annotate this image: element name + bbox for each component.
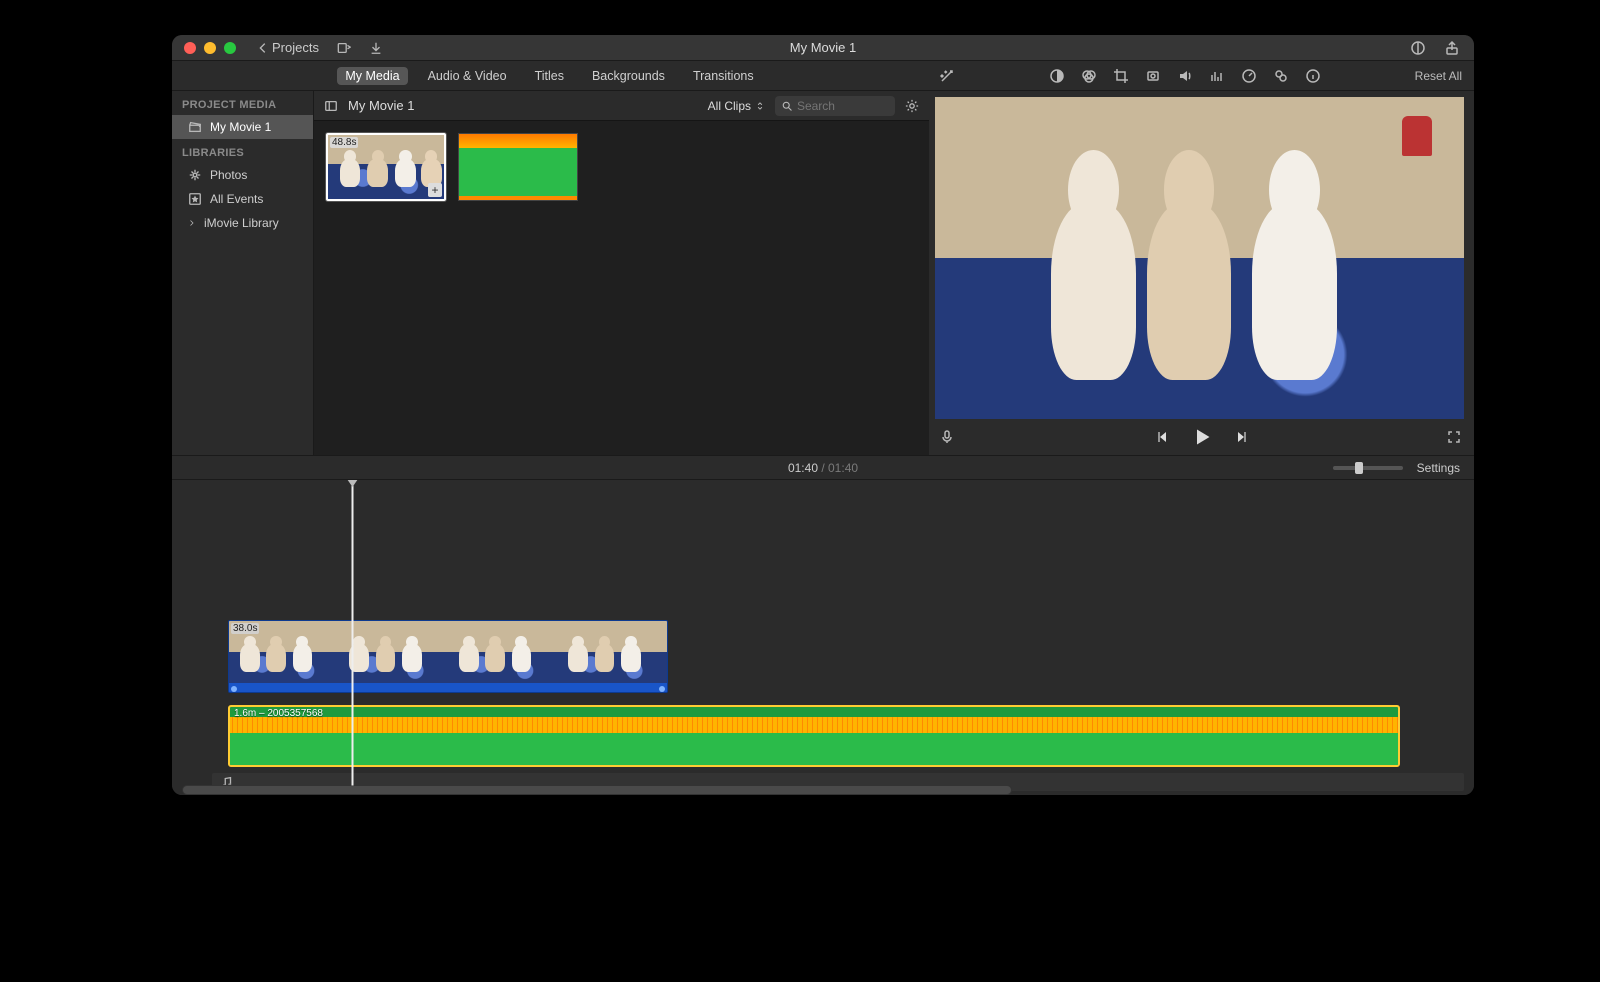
import-icon[interactable] — [369, 41, 383, 55]
sidebar-item-label: Photos — [210, 168, 247, 182]
fullscreen-icon[interactable] — [1446, 429, 1462, 445]
sidebar-project-item[interactable]: My Movie 1 — [172, 115, 313, 139]
sidebar-item-all-events[interactable]: All Events — [172, 187, 313, 211]
playhead-time: 01:40 / 01:40 — [788, 461, 858, 475]
audio-clip-thumb[interactable] — [458, 133, 578, 201]
info-icon[interactable] — [1305, 68, 1321, 84]
speed-icon[interactable] — [1241, 68, 1257, 84]
clip-duration-badge: 48.8s — [330, 137, 358, 148]
timeline-audio-label: 1.6m – 2005357568 — [234, 708, 323, 719]
preview-video[interactable] — [935, 97, 1464, 419]
minimize-button[interactable] — [204, 42, 216, 54]
horizontal-scrollbar[interactable] — [182, 785, 1012, 795]
settings-button[interactable]: Settings — [1417, 461, 1460, 475]
timeline-audio-clip[interactable]: 1.6m – 2005357568 — [228, 705, 1400, 767]
sidebar-project-label: My Movie 1 — [210, 120, 271, 134]
sidebar-item-photos[interactable]: Photos — [172, 163, 313, 187]
close-button[interactable] — [184, 42, 196, 54]
filter-icon[interactable] — [1273, 68, 1289, 84]
sidebar-section-project: PROJECT MEDIA — [172, 91, 313, 115]
search-icon — [781, 99, 793, 113]
tabs-row: My Media Audio & Video Titles Background… — [172, 61, 1474, 91]
transport-controls — [929, 419, 1474, 455]
upper-area: PROJECT MEDIA My Movie 1 LIBRARIES Photo… — [172, 91, 1474, 456]
lamp-decor — [1402, 116, 1432, 156]
browser-title: My Movie 1 — [348, 98, 414, 113]
color-balance-icon[interactable] — [1410, 40, 1426, 56]
zoom-knob[interactable] — [1355, 462, 1363, 474]
current-time: 01:40 — [788, 461, 818, 475]
adjustment-tools — [1049, 68, 1321, 84]
tab-titles[interactable]: Titles — [527, 67, 572, 85]
clips-filter-dropdown[interactable]: All Clips — [708, 99, 765, 113]
volume-icon[interactable] — [1177, 68, 1193, 84]
tab-audio-video[interactable]: Audio & Video — [420, 67, 515, 85]
search-input[interactable] — [797, 99, 889, 113]
prev-frame-button[interactable] — [1154, 429, 1170, 445]
titlebar: Projects My Movie 1 — [172, 35, 1474, 61]
browser-header: My Movie 1 All Clips — [314, 91, 929, 121]
clapper-icon — [188, 120, 202, 134]
back-to-projects-button[interactable]: Projects — [256, 40, 319, 55]
tab-my-media[interactable]: My Media — [337, 67, 407, 85]
play-button[interactable] — [1192, 427, 1212, 447]
media-tabs: My Media Audio & Video Titles Background… — [172, 61, 927, 90]
maximize-button[interactable] — [224, 42, 236, 54]
stabilize-icon[interactable] — [1145, 68, 1161, 84]
sidebar: PROJECT MEDIA My Movie 1 LIBRARIES Photo… — [172, 91, 314, 455]
color-correction-icon[interactable] — [1081, 68, 1097, 84]
back-label: Projects — [272, 40, 319, 55]
timeline-video-clip[interactable]: 38.0s — [228, 620, 668, 693]
enhance-icon[interactable] — [939, 68, 955, 84]
sidebar-item-label: iMovie Library — [204, 216, 279, 230]
crop-icon[interactable] — [1113, 68, 1129, 84]
media-browser: My Movie 1 All Clips 4 — [314, 91, 929, 455]
reset-all-button[interactable]: Reset All — [1415, 69, 1462, 83]
viewer-panel — [929, 91, 1474, 455]
search-field[interactable] — [775, 96, 895, 116]
timeline[interactable]: 38.0s 1.6m – 2005357568 — [172, 480, 1474, 795]
updown-icon — [755, 99, 765, 113]
equalizer-icon[interactable] — [1209, 68, 1225, 84]
sidebar-item-label: All Events — [210, 192, 263, 206]
next-frame-button[interactable] — [1234, 429, 1250, 445]
library-toggle-icon[interactable] — [337, 41, 351, 55]
timeline-video-duration: 38.0s — [231, 623, 259, 634]
chevron-right-icon — [188, 216, 196, 230]
tab-transitions[interactable]: Transitions — [685, 67, 762, 85]
flower-icon — [188, 168, 202, 182]
gear-icon[interactable] — [905, 99, 919, 113]
star-icon — [188, 192, 202, 206]
app-window: Projects My Movie 1 My Media Audio & Vid… — [172, 35, 1474, 795]
sidebar-toggle-icon[interactable] — [324, 99, 338, 113]
window-controls — [184, 42, 236, 54]
tab-backgrounds[interactable]: Backgrounds — [584, 67, 673, 85]
sidebar-section-libraries: LIBRARIES — [172, 139, 313, 163]
browser-body: 48.8s + — [314, 121, 929, 455]
add-clip-icon[interactable]: + — [428, 183, 442, 197]
video-clip-thumb[interactable]: 48.8s + — [326, 133, 446, 201]
share-icon[interactable] — [1444, 40, 1460, 56]
microphone-icon[interactable] — [939, 429, 955, 445]
timebar: 01:40 / 01:40 Settings — [172, 456, 1474, 480]
waveform — [230, 717, 1398, 733]
color-balance-tool-icon[interactable] — [1049, 68, 1065, 84]
sidebar-item-imovie-library[interactable]: iMovie Library — [172, 211, 313, 235]
total-time: 01:40 — [828, 461, 858, 475]
zoom-slider[interactable] — [1333, 466, 1403, 470]
